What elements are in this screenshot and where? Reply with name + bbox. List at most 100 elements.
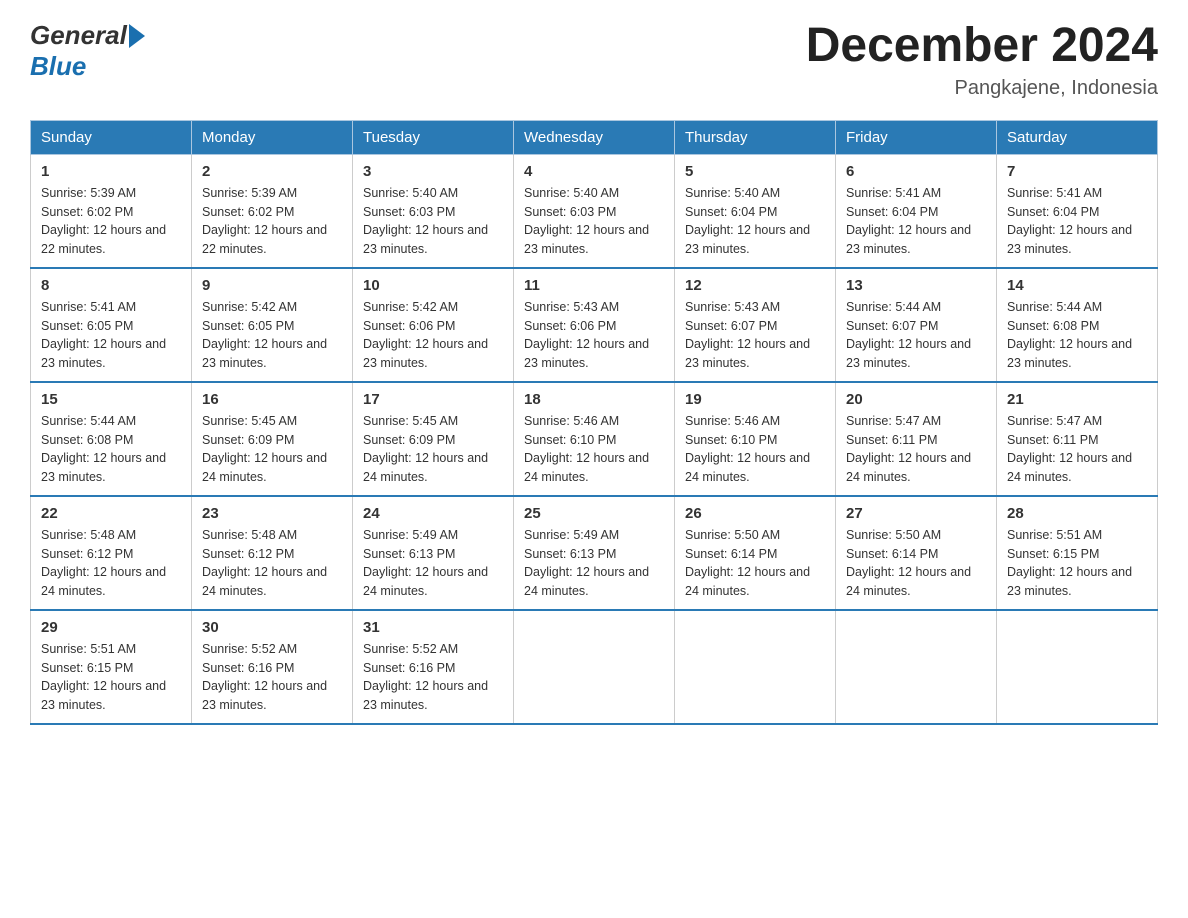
day-info: Sunrise: 5:40 AMSunset: 6:03 PMDaylight:…: [524, 184, 664, 259]
calendar-cell: 21 Sunrise: 5:47 AMSunset: 6:11 PMDayligh…: [997, 382, 1158, 496]
day-info: Sunrise: 5:41 AMSunset: 6:04 PMDaylight:…: [1007, 184, 1147, 259]
day-number: 16: [202, 391, 342, 408]
column-header-saturday: Saturday: [997, 120, 1158, 154]
day-info: Sunrise: 5:50 AMSunset: 6:14 PMDaylight:…: [685, 526, 825, 601]
calendar-cell: 16 Sunrise: 5:45 AMSunset: 6:09 PMDayligh…: [192, 382, 353, 496]
calendar-cell: 14 Sunrise: 5:44 AMSunset: 6:08 PMDayligh…: [997, 268, 1158, 382]
calendar-cell: 11 Sunrise: 5:43 AMSunset: 6:06 PMDayligh…: [514, 268, 675, 382]
calendar-cell: 7 Sunrise: 5:41 AMSunset: 6:04 PMDaylight…: [997, 154, 1158, 268]
logo: General Blue: [30, 20, 145, 82]
day-info: Sunrise: 5:52 AMSunset: 6:16 PMDaylight:…: [363, 640, 503, 715]
day-number: 20: [846, 391, 986, 408]
day-number: 13: [846, 277, 986, 294]
month-title: December 2024: [806, 20, 1158, 73]
day-number: 25: [524, 505, 664, 522]
day-number: 21: [1007, 391, 1147, 408]
day-info: Sunrise: 5:45 AMSunset: 6:09 PMDaylight:…: [202, 412, 342, 487]
day-number: 15: [41, 391, 181, 408]
calendar-cell: 23 Sunrise: 5:48 AMSunset: 6:12 PMDayligh…: [192, 496, 353, 610]
column-header-tuesday: Tuesday: [353, 120, 514, 154]
calendar-cell: 31 Sunrise: 5:52 AMSunset: 6:16 PMDayligh…: [353, 610, 514, 724]
day-number: 6: [846, 163, 986, 180]
day-info: Sunrise: 5:44 AMSunset: 6:07 PMDaylight:…: [846, 298, 986, 373]
day-number: 1: [41, 163, 181, 180]
day-info: Sunrise: 5:48 AMSunset: 6:12 PMDaylight:…: [202, 526, 342, 601]
day-info: Sunrise: 5:39 AMSunset: 6:02 PMDaylight:…: [202, 184, 342, 259]
day-number: 4: [524, 163, 664, 180]
day-info: Sunrise: 5:51 AMSunset: 6:15 PMDaylight:…: [1007, 526, 1147, 601]
calendar-cell: 18Sunrise: 5:46 AMSunset: 6:10 PMDayligh…: [514, 382, 675, 496]
day-number: 23: [202, 505, 342, 522]
column-header-wednesday: Wednesday: [514, 120, 675, 154]
day-info: Sunrise: 5:43 AMSunset: 6:06 PMDaylight:…: [524, 298, 664, 373]
column-header-monday: Monday: [192, 120, 353, 154]
calendar-cell: 30 Sunrise: 5:52 AMSunset: 6:16 PMDayligh…: [192, 610, 353, 724]
day-info: Sunrise: 5:47 AMSunset: 6:11 PMDaylight:…: [846, 412, 986, 487]
calendar-cell: [836, 610, 997, 724]
calendar-cell: 17 Sunrise: 5:45 AMSunset: 6:09 PMDayligh…: [353, 382, 514, 496]
calendar-cell: 26Sunrise: 5:50 AMSunset: 6:14 PMDayligh…: [675, 496, 836, 610]
calendar-cell: 22 Sunrise: 5:48 AMSunset: 6:12 PMDayligh…: [31, 496, 192, 610]
day-number: 2: [202, 163, 342, 180]
calendar-cell: 19 Sunrise: 5:46 AMSunset: 6:10 PMDayligh…: [675, 382, 836, 496]
calendar-week-row: 1 Sunrise: 5:39 AMSunset: 6:02 PMDaylight…: [31, 154, 1158, 268]
day-info: Sunrise: 5:40 AMSunset: 6:03 PMDaylight:…: [363, 184, 503, 259]
day-info: Sunrise: 5:44 AMSunset: 6:08 PMDaylight:…: [1007, 298, 1147, 373]
calendar-cell: 1 Sunrise: 5:39 AMSunset: 6:02 PMDaylight…: [31, 154, 192, 268]
day-number: 28: [1007, 505, 1147, 522]
day-info: Sunrise: 5:52 AMSunset: 6:16 PMDaylight:…: [202, 640, 342, 715]
day-number: 12: [685, 277, 825, 294]
day-info: Sunrise: 5:51 AMSunset: 6:15 PMDaylight:…: [41, 640, 181, 715]
calendar-week-row: 22 Sunrise: 5:48 AMSunset: 6:12 PMDayligh…: [31, 496, 1158, 610]
calendar-cell: 8 Sunrise: 5:41 AMSunset: 6:05 PMDaylight…: [31, 268, 192, 382]
logo-arrow-icon: [129, 24, 145, 48]
column-header-friday: Friday: [836, 120, 997, 154]
day-info: Sunrise: 5:43 AMSunset: 6:07 PMDaylight:…: [685, 298, 825, 373]
day-number: 17: [363, 391, 503, 408]
day-number: 22: [41, 505, 181, 522]
calendar-table: SundayMondayTuesdayWednesdayThursdayFrid…: [30, 120, 1158, 725]
calendar-week-row: 15 Sunrise: 5:44 AMSunset: 6:08 PMDayligh…: [31, 382, 1158, 496]
day-info: Sunrise: 5:42 AMSunset: 6:06 PMDaylight:…: [363, 298, 503, 373]
location-label: Pangkajene, Indonesia: [806, 77, 1158, 100]
calendar-cell: 2 Sunrise: 5:39 AMSunset: 6:02 PMDaylight…: [192, 154, 353, 268]
column-header-thursday: Thursday: [675, 120, 836, 154]
title-area: December 2024 Pangkajene, Indonesia: [806, 20, 1158, 100]
calendar-cell: 15 Sunrise: 5:44 AMSunset: 6:08 PMDayligh…: [31, 382, 192, 496]
calendar-cell: 24Sunrise: 5:49 AMSunset: 6:13 PMDayligh…: [353, 496, 514, 610]
day-info: Sunrise: 5:50 AMSunset: 6:14 PMDaylight:…: [846, 526, 986, 601]
day-info: Sunrise: 5:44 AMSunset: 6:08 PMDaylight:…: [41, 412, 181, 487]
calendar-week-row: 29 Sunrise: 5:51 AMSunset: 6:15 PMDayligh…: [31, 610, 1158, 724]
logo-blue-text: Blue: [30, 51, 86, 81]
day-number: 31: [363, 619, 503, 636]
page-header: General Blue December 2024 Pangkajene, I…: [30, 20, 1158, 100]
day-info: Sunrise: 5:39 AMSunset: 6:02 PMDaylight:…: [41, 184, 181, 259]
day-number: 27: [846, 505, 986, 522]
day-number: 8: [41, 277, 181, 294]
calendar-cell: 10 Sunrise: 5:42 AMSunset: 6:06 PMDayligh…: [353, 268, 514, 382]
logo-general-text: General: [30, 20, 127, 51]
day-info: Sunrise: 5:48 AMSunset: 6:12 PMDaylight:…: [41, 526, 181, 601]
day-info: Sunrise: 5:41 AMSunset: 6:05 PMDaylight:…: [41, 298, 181, 373]
day-number: 19: [685, 391, 825, 408]
day-number: 11: [524, 277, 664, 294]
day-number: 30: [202, 619, 342, 636]
day-info: Sunrise: 5:41 AMSunset: 6:04 PMDaylight:…: [846, 184, 986, 259]
day-info: Sunrise: 5:45 AMSunset: 6:09 PMDaylight:…: [363, 412, 503, 487]
day-number: 14: [1007, 277, 1147, 294]
day-number: 29: [41, 619, 181, 636]
calendar-header-row: SundayMondayTuesdayWednesdayThursdayFrid…: [31, 120, 1158, 154]
day-number: 24: [363, 505, 503, 522]
calendar-cell: 4 Sunrise: 5:40 AMSunset: 6:03 PMDaylight…: [514, 154, 675, 268]
calendar-cell: 12 Sunrise: 5:43 AMSunset: 6:07 PMDayligh…: [675, 268, 836, 382]
day-info: Sunrise: 5:47 AMSunset: 6:11 PMDaylight:…: [1007, 412, 1147, 487]
calendar-cell: 29 Sunrise: 5:51 AMSunset: 6:15 PMDayligh…: [31, 610, 192, 724]
day-info: Sunrise: 5:46 AMSunset: 6:10 PMDaylight:…: [685, 412, 825, 487]
day-number: 7: [1007, 163, 1147, 180]
calendar-cell: 27 Sunrise: 5:50 AMSunset: 6:14 PMDayligh…: [836, 496, 997, 610]
calendar-week-row: 8 Sunrise: 5:41 AMSunset: 6:05 PMDaylight…: [31, 268, 1158, 382]
calendar-cell: [997, 610, 1158, 724]
calendar-cell: 5Sunrise: 5:40 AMSunset: 6:04 PMDaylight…: [675, 154, 836, 268]
day-number: 10: [363, 277, 503, 294]
calendar-cell: 20 Sunrise: 5:47 AMSunset: 6:11 PMDayligh…: [836, 382, 997, 496]
